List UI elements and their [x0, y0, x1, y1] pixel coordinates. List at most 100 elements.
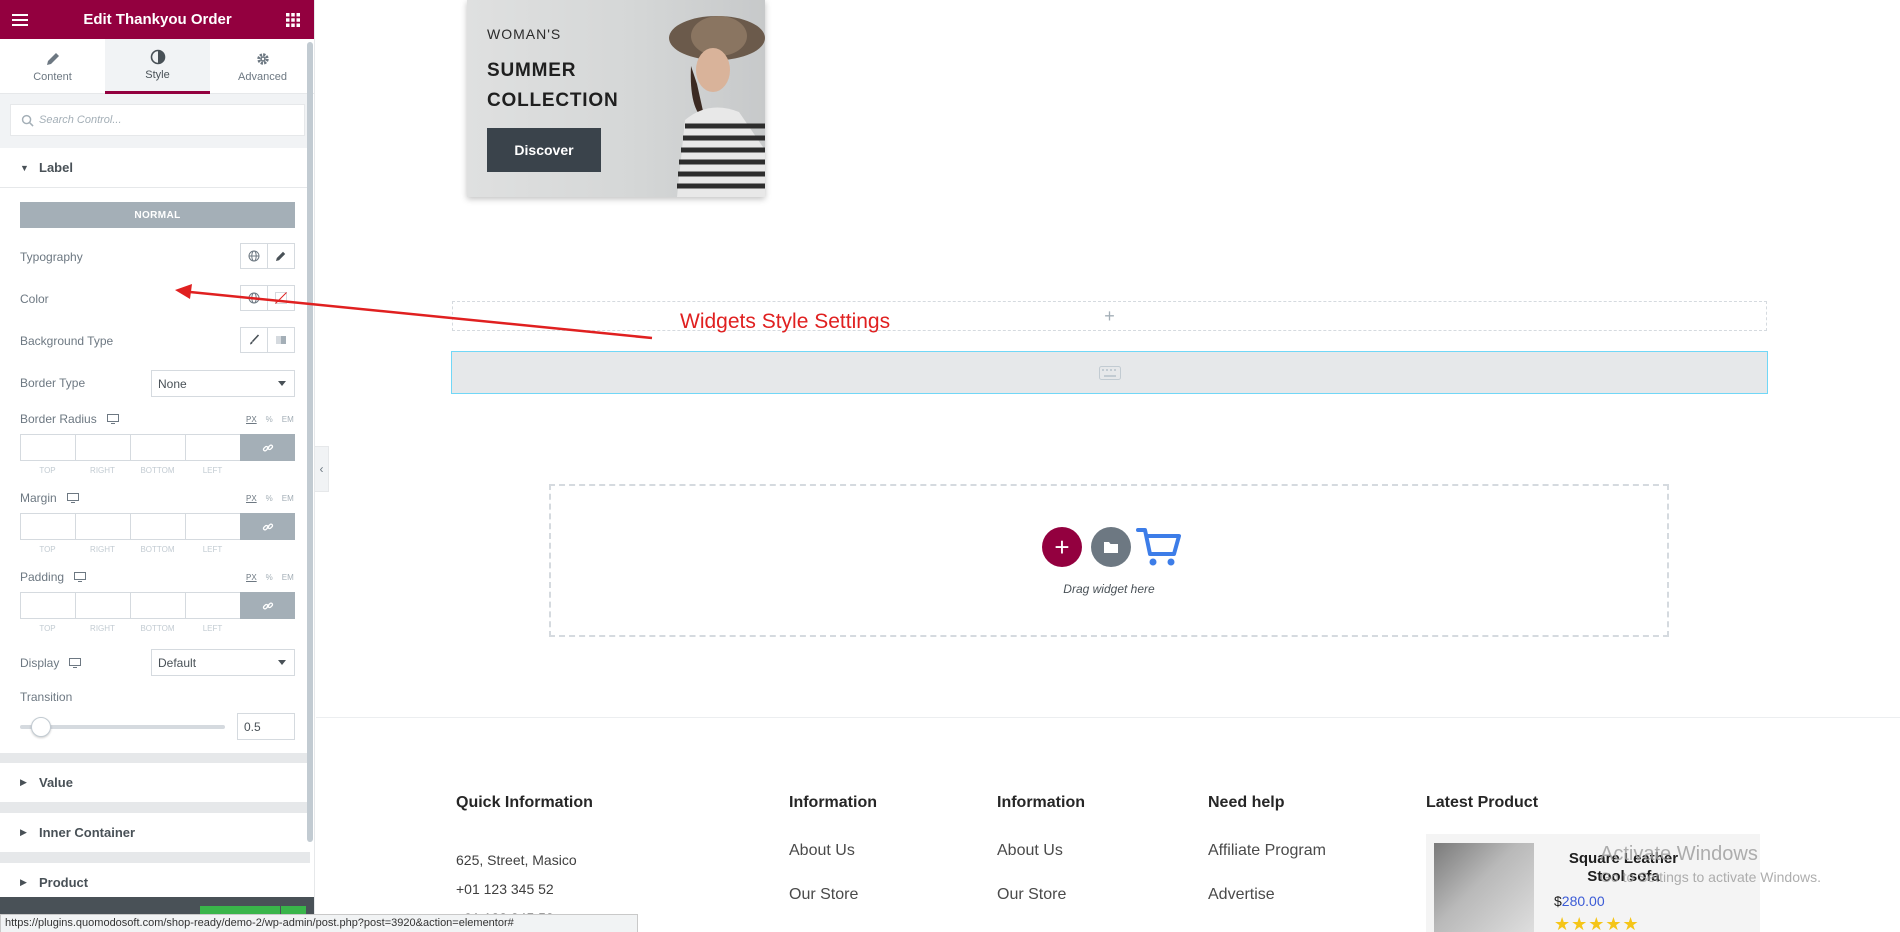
section-inner-container-toggle[interactable]: ▶ Inner Container — [0, 813, 310, 853]
footer-link-affiliate-program[interactable]: Affiliate Program — [1208, 842, 1326, 860]
product-price: $280.00 — [1554, 893, 1605, 909]
section-label-toggle[interactable]: ▼ Label — [0, 148, 310, 188]
unit-percent[interactable]: % — [266, 415, 273, 424]
contrast-icon — [150, 49, 165, 65]
unit-em[interactable]: EM — [282, 494, 294, 503]
unit-px[interactable]: PX — [246, 573, 257, 582]
tab-style[interactable]: Style — [105, 39, 210, 94]
background-classic-button[interactable] — [241, 328, 267, 352]
link-values-button[interactable] — [240, 513, 295, 540]
gradient-icon — [276, 336, 286, 344]
thankyou-order-widget-placeholder[interactable] — [451, 351, 1768, 394]
no-color-swatch-icon — [275, 292, 287, 304]
caret-right-icon: ▶ — [20, 877, 27, 887]
discover-button[interactable]: Discover — [487, 128, 601, 172]
shopping-cart-icon[interactable] — [1136, 524, 1182, 568]
widget-drop-zone[interactable]: + Drag widget here — [549, 484, 1669, 637]
panel-title: Edit Thankyou Order — [83, 11, 232, 28]
unit-em[interactable]: EM — [282, 573, 294, 582]
margin-label-text: Margin — [20, 491, 57, 505]
padding-bottom-input[interactable] — [130, 592, 185, 619]
unit-px[interactable]: PX — [246, 494, 257, 503]
brush-icon — [250, 334, 260, 345]
display-select[interactable]: Default — [151, 649, 295, 676]
padding-left-input[interactable] — [185, 592, 240, 619]
border-radius-dimension-labels: TOP RIGHT BOTTOM LEFT — [20, 466, 240, 475]
transition-value-input[interactable] — [237, 713, 295, 740]
search-control-input[interactable] — [39, 105, 299, 135]
border-radius-left-input[interactable] — [185, 434, 240, 461]
footer-link-about-us[interactable]: About Us — [789, 842, 855, 860]
global-color-button[interactable] — [241, 286, 267, 310]
border-radius-label: Border Radius — [20, 412, 119, 426]
padding-inputs — [20, 592, 295, 619]
border-radius-inputs — [20, 434, 295, 461]
annotation-label: Widgets Style Settings — [680, 310, 891, 333]
margin-bottom-input[interactable] — [130, 513, 185, 540]
unit-em[interactable]: EM — [282, 415, 294, 424]
margin-left-input[interactable] — [185, 513, 240, 540]
add-template-button[interactable] — [1091, 527, 1131, 567]
edit-typography-button[interactable] — [267, 244, 294, 268]
footer-heading-quick-information: Quick Information — [456, 794, 593, 811]
panel-header: Edit Thankyou Order — [0, 0, 314, 39]
desktop-icon[interactable] — [69, 658, 82, 668]
border-radius-right-input[interactable] — [75, 434, 130, 461]
global-typography-button[interactable] — [241, 244, 267, 268]
tab-content[interactable]: Content — [0, 39, 105, 94]
panel-scrollbar[interactable] — [307, 42, 313, 842]
footer-address: 625, Street, Masico — [456, 852, 577, 868]
dim-label-bottom: BOTTOM — [140, 624, 175, 633]
unit-px[interactable]: PX — [246, 415, 257, 424]
link-icon — [262, 601, 273, 610]
add-new-section-button[interactable]: + — [1042, 527, 1082, 567]
dropdown-arrow-icon — [278, 381, 286, 386]
unit-percent[interactable]: % — [266, 573, 273, 582]
desktop-icon[interactable] — [66, 493, 79, 503]
transition-slider-handle[interactable] — [30, 717, 51, 737]
hamburger-menu-icon[interactable] — [10, 10, 30, 30]
transition-slider-track[interactable] — [20, 725, 225, 729]
state-tab-normal[interactable]: NORMAL — [20, 202, 295, 228]
browser-status-url: https://plugins.quomodosoft.com/shop-rea… — [0, 914, 638, 932]
search-control-wrapper — [0, 94, 310, 148]
keyboard-icon — [1098, 365, 1121, 380]
section-value-toggle[interactable]: ▶ Value — [0, 763, 310, 803]
widgets-grid-icon[interactable] — [283, 10, 303, 30]
display-label-text: Display — [20, 656, 60, 670]
search-control-box — [10, 104, 305, 136]
margin-top-input[interactable] — [20, 513, 75, 540]
border-type-select[interactable]: None — [151, 370, 295, 397]
product-image[interactable] — [1434, 843, 1534, 932]
footer-link-our-store[interactable]: Our Store — [789, 886, 858, 904]
padding-top-input[interactable] — [20, 592, 75, 619]
collapse-panel-button[interactable]: ‹ — [315, 446, 329, 492]
link-values-button[interactable] — [240, 434, 295, 461]
unit-percent[interactable]: % — [266, 494, 273, 503]
background-gradient-button[interactable] — [267, 328, 294, 352]
link-icon — [262, 522, 273, 531]
section-separator — [0, 753, 310, 763]
pencil-icon — [276, 251, 286, 261]
border-radius-top-input[interactable] — [20, 434, 75, 461]
footer-link-our-store-2[interactable]: Our Store — [997, 886, 1066, 904]
desktop-icon[interactable] — [106, 414, 119, 424]
padding-label: Padding — [20, 570, 87, 584]
color-picker-button[interactable] — [267, 286, 294, 310]
link-values-button[interactable] — [240, 592, 295, 619]
drag-widget-hint: Drag widget here — [1063, 582, 1155, 596]
desktop-icon[interactable] — [74, 572, 87, 582]
border-radius-bottom-input[interactable] — [130, 434, 185, 461]
footer-link-about-us-2[interactable]: About Us — [997, 842, 1063, 860]
add-section-area[interactable]: + — [452, 301, 1767, 331]
gear-icon — [256, 52, 269, 65]
banner-eyebrow: WOMAN'S — [487, 26, 562, 42]
color-label-text: Color — [20, 292, 49, 306]
margin-label: Margin — [20, 491, 79, 505]
padding-right-input[interactable] — [75, 592, 130, 619]
margin-right-input[interactable] — [75, 513, 130, 540]
footer-link-advertise[interactable]: Advertise — [1208, 886, 1275, 904]
caret-down-icon: ▼ — [20, 162, 29, 173]
tab-advanced[interactable]: Advanced — [210, 39, 314, 94]
border-type-label: Border Type — [20, 376, 85, 390]
